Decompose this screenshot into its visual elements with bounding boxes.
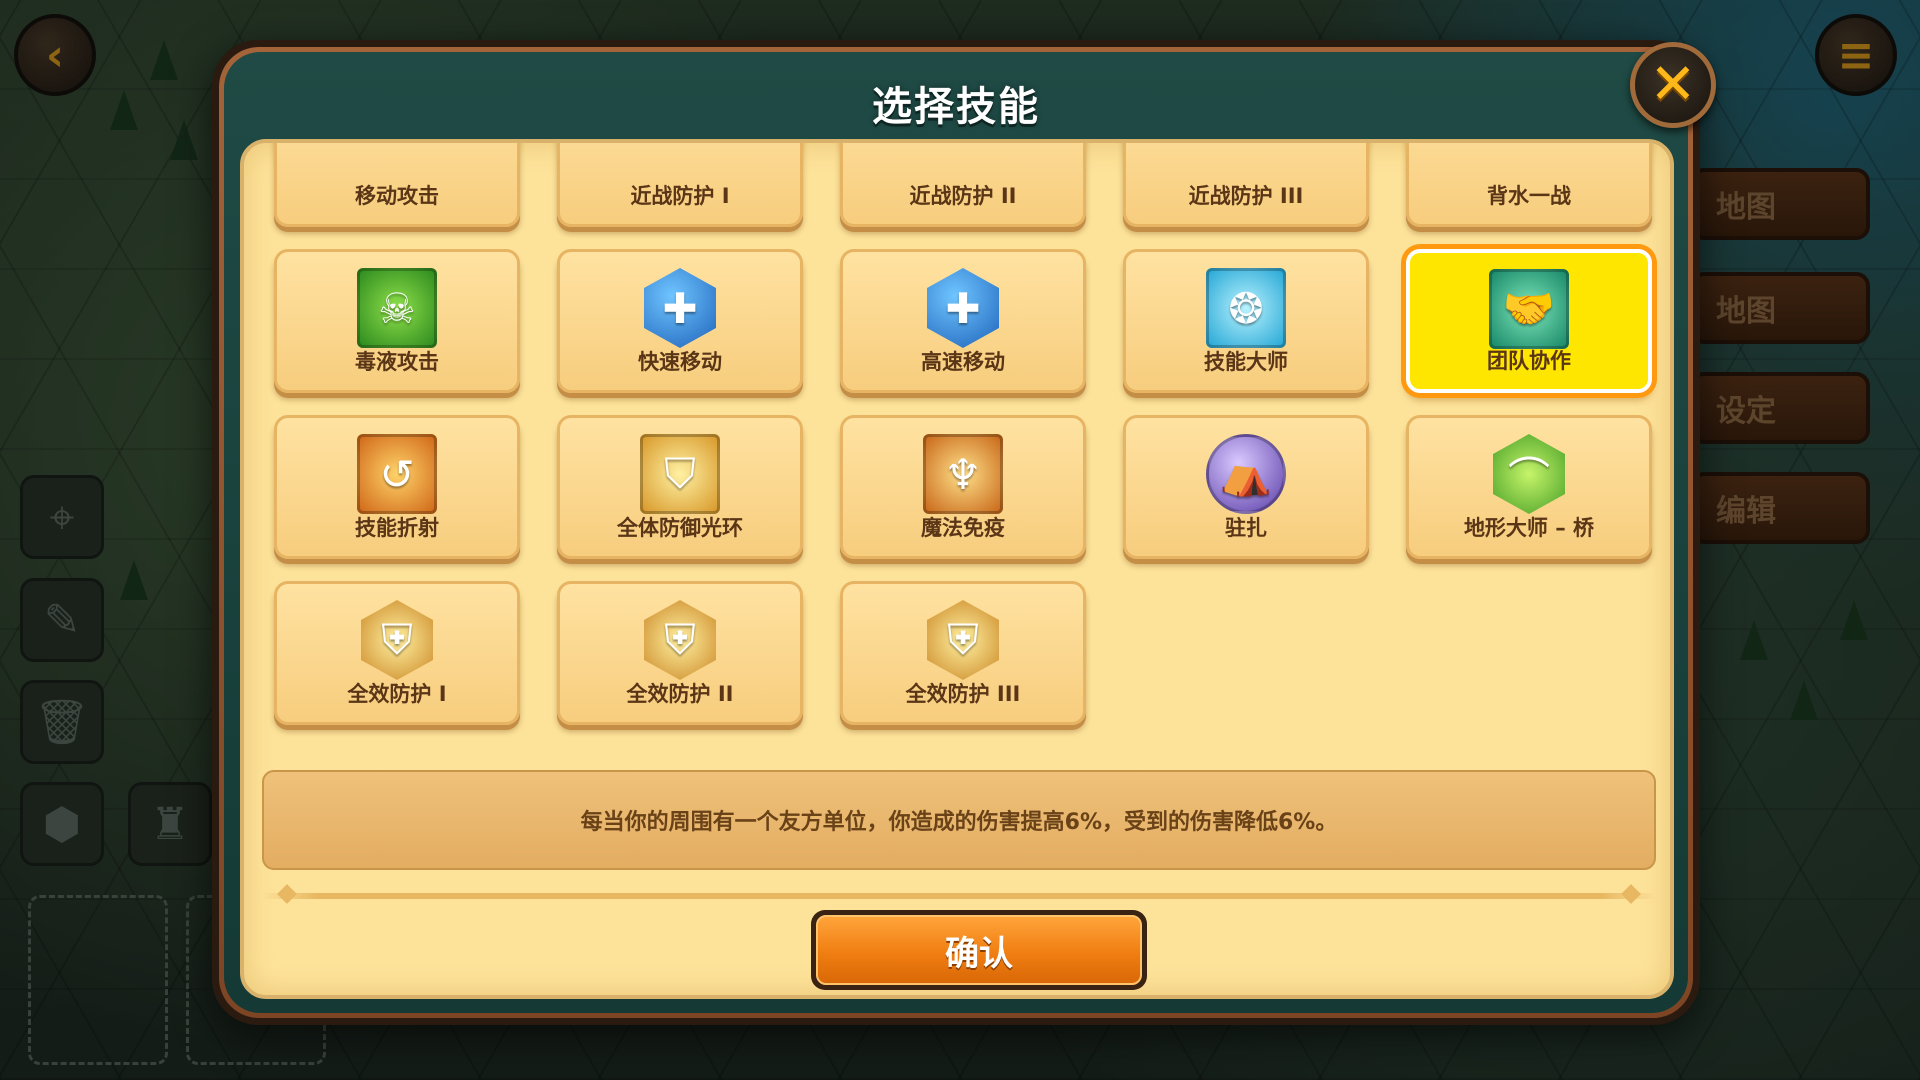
skill-tile[interactable]: ♆ 魔法免疫 bbox=[840, 415, 1086, 559]
skill-label: 全效防护 I bbox=[347, 682, 447, 706]
skill-label: 团队协作 bbox=[1487, 349, 1571, 373]
skill-tile[interactable]: 近战防护 III bbox=[1123, 143, 1369, 227]
dialog-border: 选择技能 移动攻击 近战防护 I 近战防护 II 近战防护 III 背水一战 ☠ 毒液攻击 ✚… bbox=[219, 47, 1693, 1018]
skill-label: 移动攻击 bbox=[355, 184, 439, 208]
boot-plus-icon: ✚ bbox=[644, 268, 716, 348]
confirm-button[interactable]: 确认 bbox=[811, 910, 1147, 990]
skill-grid: 移动攻击 近战防护 I 近战防护 II 近战防护 III 背水一战 ☠ 毒液攻击 ✚ 快速移动 ✚… bbox=[274, 143, 1652, 725]
skill-tile[interactable]: ⌒ 地形大师 – 桥 bbox=[1406, 415, 1652, 559]
full-guard-3-icon: ⛨ bbox=[927, 600, 999, 680]
skill-label: 近战防护 III bbox=[1188, 184, 1304, 208]
full-guard-1-icon: ⛨ bbox=[361, 600, 433, 680]
skill-book-icon: ❂ bbox=[1206, 268, 1286, 348]
skill-label: 技能折射 bbox=[355, 516, 439, 540]
dialog-title: 选择技能 bbox=[872, 84, 1040, 130]
skill-label: 高速移动 bbox=[921, 350, 1005, 374]
skill-tile[interactable]: ❂ 技能大师 bbox=[1123, 249, 1369, 393]
dialog-frame: 选择技能 移动攻击 近战防护 I 近战防护 II 近战防护 III 背水一战 ☠ 毒液攻击 ✚… bbox=[224, 52, 1688, 1013]
handshake-icon: 🤝 bbox=[1489, 269, 1569, 349]
skill-tile[interactable]: ⛨ 全效防护 III bbox=[840, 581, 1086, 725]
close-button[interactable]: ✕ bbox=[1630, 42, 1716, 128]
skill-tile[interactable]: 移动攻击 bbox=[274, 143, 520, 227]
divider bbox=[262, 893, 1656, 899]
skill-tile[interactable]: ⛨ 全效防护 II bbox=[557, 581, 803, 725]
skill-label: 近战防护 I bbox=[630, 184, 730, 208]
skill-label: 地形大师 – 桥 bbox=[1463, 516, 1595, 540]
skill-tile[interactable]: 近战防护 I bbox=[557, 143, 803, 227]
skill-label: 技能大师 bbox=[1204, 350, 1288, 374]
skill-label: 全效防护 II bbox=[626, 682, 734, 706]
skull-poison-icon: ☠ bbox=[357, 268, 437, 348]
skill-tile[interactable]: ✚ 高速移动 bbox=[840, 249, 1086, 393]
skill-label: 全体防御光环 bbox=[617, 516, 743, 540]
skill-tile[interactable]: ↺ 技能折射 bbox=[274, 415, 520, 559]
skill-tile[interactable]: ⛨ 全效防护 I bbox=[274, 581, 520, 725]
tent-icon: ⛺ bbox=[1206, 434, 1286, 514]
boot-double-plus-icon: ✚ bbox=[927, 268, 999, 348]
skill-tile[interactable]: ☠ 毒液攻击 bbox=[274, 249, 520, 393]
magic-immune-icon: ♆ bbox=[923, 434, 1003, 514]
skill-tile[interactable]: ✚ 快速移动 bbox=[557, 249, 803, 393]
skill-label: 全效防护 III bbox=[905, 682, 1021, 706]
skill-label: 近战防护 II bbox=[909, 184, 1017, 208]
shield-aura-icon: ⛉ bbox=[640, 434, 720, 514]
skill-tile[interactable]: 近战防护 II bbox=[840, 143, 1086, 227]
skill-panel: 移动攻击 近战防护 I 近战防护 II 近战防护 III 背水一战 ☠ 毒液攻击 ✚ 快速移动 ✚… bbox=[240, 139, 1674, 999]
skill-description-text: 每当你的周围有一个友方单位，你造成的伤害提高6%，受到的伤害降低6%。 bbox=[580, 810, 1338, 835]
full-guard-2-icon: ⛨ bbox=[644, 600, 716, 680]
skill-label: 背水一战 bbox=[1487, 184, 1571, 208]
skill-label: 快速移动 bbox=[638, 350, 722, 374]
skill-select-dialog: 选择技能 移动攻击 近战防护 I 近战防护 II 近战防护 III 背水一战 ☠ 毒液攻击 ✚… bbox=[212, 40, 1700, 1025]
confirm-button-label: 确认 bbox=[816, 915, 1142, 985]
skill-label: 魔法免疫 bbox=[921, 516, 1005, 540]
close-icon: ✕ bbox=[1649, 52, 1697, 117]
skill-tile[interactable]: ⛉ 全体防御光环 bbox=[557, 415, 803, 559]
skill-tile[interactable]: 🤝 团队协作 bbox=[1406, 249, 1652, 393]
deflect-icon: ↺ bbox=[357, 434, 437, 514]
skill-description: 每当你的周围有一个友方单位，你造成的伤害提高6%，受到的伤害降低6%。 bbox=[262, 770, 1656, 870]
skill-tile[interactable]: 背水一战 bbox=[1406, 143, 1652, 227]
skill-label: 驻扎 bbox=[1225, 516, 1267, 540]
skill-tile[interactable]: ⛺ 驻扎 bbox=[1123, 415, 1369, 559]
bridge-icon: ⌒ bbox=[1493, 434, 1565, 514]
skill-label: 毒液攻击 bbox=[355, 350, 439, 374]
